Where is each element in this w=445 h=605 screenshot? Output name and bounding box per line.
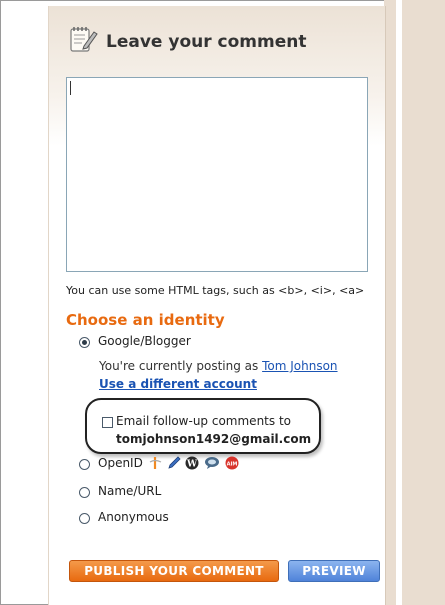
email-follow-up-checkbox[interactable] <box>102 417 113 428</box>
svg-text:W: W <box>186 460 198 470</box>
email-address: tomjohnson1492@gmail.com <box>116 432 312 446</box>
preview-button[interactable]: PREVIEW <box>288 560 380 582</box>
wordpress-icon[interactable]: W <box>185 456 199 470</box>
radio-anonymous[interactable] <box>79 513 90 524</box>
radio-google-blogger[interactable] <box>79 337 90 348</box>
email-follow-up-label: Email follow-up comments to <box>116 414 291 428</box>
sidebar-band-outer <box>402 0 445 605</box>
radio-name-url[interactable] <box>79 487 90 498</box>
posting-prefix: You're currently posting as <box>99 359 259 373</box>
option-label-openid: OpenID <box>98 456 143 470</box>
publish-comment-button[interactable]: PUBLISH YOUR COMMENT <box>69 560 279 582</box>
option-label-google-blogger: Google/Blogger <box>98 334 191 348</box>
radio-openid[interactable] <box>79 459 90 470</box>
aim-icon[interactable]: AIM <box>225 456 239 470</box>
openid-icon[interactable] <box>149 456 163 470</box>
html-tags-hint: You can use some HTML tags, such as <b>,… <box>66 284 365 297</box>
notepad-pencil-icon <box>70 27 98 52</box>
follow-up-callout: Email follow-up comments to tomjohnson14… <box>85 398 321 454</box>
comment-textarea[interactable] <box>66 77 368 272</box>
option-label-name-url: Name/URL <box>98 484 162 498</box>
use-different-account-link[interactable]: Use a different account <box>99 377 257 391</box>
livejournal-icon[interactable] <box>167 456 181 470</box>
user-name-link[interactable]: Tom Johnson <box>262 359 337 373</box>
posting-as-text: You're currently posting as Tom Johnson <box>99 359 338 373</box>
option-label-anonymous: Anonymous <box>98 510 169 524</box>
text-caret <box>70 81 71 95</box>
identity-heading: Choose an identity <box>66 311 225 329</box>
typepad-icon[interactable] <box>204 456 220 470</box>
page-title: Leave your comment <box>106 32 307 52</box>
svg-text:AIM: AIM <box>227 462 238 468</box>
